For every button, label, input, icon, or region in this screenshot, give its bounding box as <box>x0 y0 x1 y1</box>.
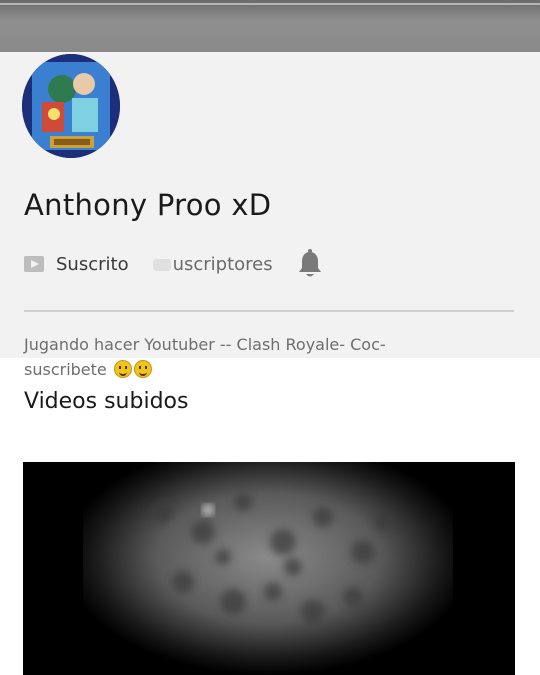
banner-divider <box>0 3 540 5</box>
header-divider <box>24 310 514 312</box>
channel-description: Jugando hacer Youtuber -- Clash Royale- … <box>24 332 504 382</box>
play-icon[interactable] <box>24 256 44 272</box>
channel-name: Anthony Proo xD <box>24 188 272 222</box>
smiling-face-icon <box>113 360 132 378</box>
channel-avatar[interactable] <box>22 54 120 158</box>
channel-header: Anthony Proo xD Suscrito uscriptores Jug… <box>0 52 540 379</box>
video-thumbnail[interactable] <box>23 462 515 675</box>
avatar-image <box>22 54 120 158</box>
uploaded-videos-title: Videos subidos <box>24 389 189 414</box>
blurred-count <box>152 258 171 271</box>
subscriber-count: uscriptores <box>152 253 273 275</box>
video-thumbnail-image <box>23 462 515 675</box>
subscription-row: Suscrito uscriptores <box>24 248 323 280</box>
description-line-2: suscribete <box>24 357 504 382</box>
top-banner <box>0 0 540 52</box>
description-subscribe-text: suscribete <box>24 360 107 379</box>
bell-icon[interactable] <box>297 249 323 279</box>
subscribers-label: uscriptores <box>172 253 273 275</box>
subscribe-button[interactable]: Suscrito <box>56 254 129 275</box>
smiling-face-icon <box>133 360 152 378</box>
description-line-1: Jugando hacer Youtuber -- Clash Royale- … <box>24 335 386 354</box>
